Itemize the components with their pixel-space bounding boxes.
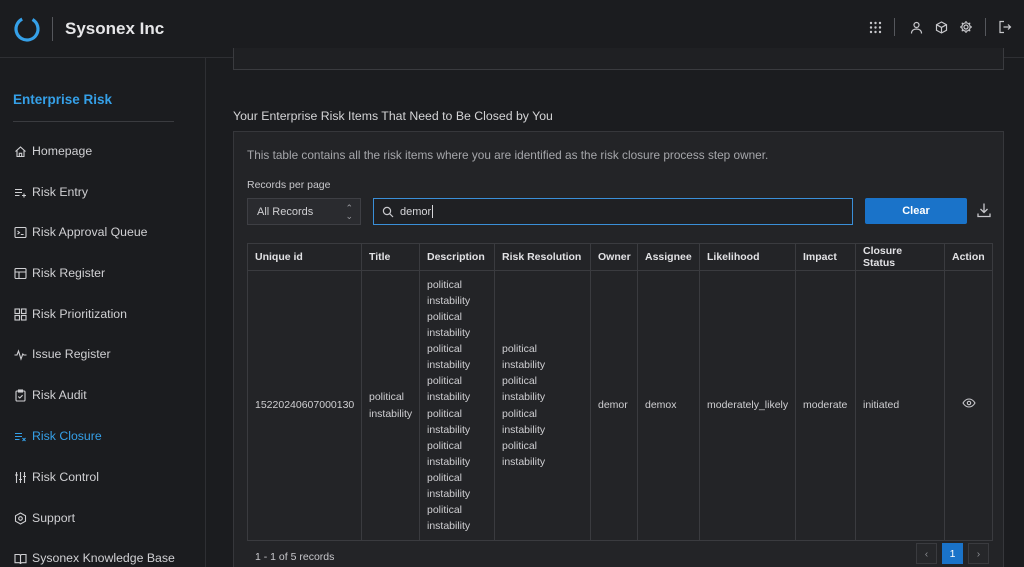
records-summary: 1 - 1 of 5 records [255,551,335,563]
clipboard-icon [13,388,27,402]
download-icon[interactable] [975,201,993,219]
risk-closure-table: Unique id Title Description Risk Resolut… [247,243,993,541]
column-header[interactable]: Impact [795,243,856,271]
cell-resolution: political instability political instabil… [494,270,591,541]
header-divider [985,18,986,36]
column-header[interactable]: Assignee [637,243,700,271]
table-header-row: Unique id Title Description Risk Resolut… [247,243,993,271]
book-icon [13,551,27,565]
cell-title: political instability [361,270,420,541]
sidebar-item-label: Risk Approval Queue [32,225,148,239]
text-cursor [432,205,434,218]
previous-card [233,48,1004,70]
select-arrows-icon: ⌃ ⌄ [345,203,353,221]
column-header[interactable]: Unique id [247,243,362,271]
cell-likelihood: moderately_likely [699,270,796,541]
user-icon[interactable] [905,16,927,38]
search-input[interactable]: demor [373,198,853,225]
sidebar-item-label: Risk Entry [32,185,89,199]
home-icon [13,144,27,158]
records-per-page-value: All Records [257,205,314,218]
sidebar-item-label: Issue Register [32,347,111,361]
main-content: Your Enterprise Risk Items That Need to … [207,48,1024,567]
sidebar-item-knowledge-base[interactable]: Sysonex Knowledge Base [13,548,175,567]
search-icon [382,206,394,218]
brand-name: Sysonex Inc [65,19,165,38]
list-close-icon [13,429,27,443]
pagination: ‹ 1 › [911,543,989,564]
sidebar-item-risk-audit[interactable]: Risk Audit [13,385,87,405]
column-header[interactable]: Title [361,243,420,271]
column-header[interactable]: Description [419,243,495,271]
next-page-button[interactable]: › [968,543,989,564]
view-eye-icon[interactable] [961,398,976,409]
sidebar-item-label: Homepage [32,144,93,158]
hexagon-icon [13,511,27,525]
column-header: Action [944,243,993,271]
sidebar-item-label: Risk Closure [32,429,102,443]
terminal-icon [13,225,27,239]
header-divider [894,18,895,36]
page-button-current[interactable]: 1 [942,543,963,564]
sidebar-item-support[interactable]: Support [13,508,75,528]
table-description: This table contains all the risk items w… [247,148,769,162]
prev-page-button[interactable]: ‹ [916,543,937,564]
cell-impact: moderate [795,270,856,541]
sidebar-item-issue-register[interactable]: Issue Register [13,344,111,364]
cell-owner: demor [590,270,638,541]
cube-icon[interactable] [930,16,952,38]
records-per-page-label: Records per page [247,179,331,191]
sidebar-divider [13,121,174,122]
sidebar-item-label: Risk Control [32,470,99,484]
column-header[interactable]: Risk Resolution [494,243,591,271]
column-header[interactable]: Closure Status [855,243,945,271]
sidebar-item-label: Support [32,511,76,525]
sidebar-item-risk-control[interactable]: Risk Control [13,467,99,487]
search-value: demor [400,205,432,218]
sidebar-item-risk-register[interactable]: Risk Register [13,263,105,283]
section-title: Your Enterprise Risk Items That Need to … [233,109,553,123]
sidebar-item-risk-prioritization[interactable]: Risk Prioritization [13,304,127,324]
sidebar-title: Enterprise Risk [13,92,113,107]
list-add-icon [13,185,27,199]
sidebar-item-label: Risk Register [32,266,106,280]
cell-assignee: demox [637,270,700,541]
gear-icon[interactable] [955,16,977,38]
records-per-page-select[interactable]: All Records ⌃ ⌄ [247,198,361,225]
logout-icon[interactable] [994,16,1016,38]
grid-icon [13,307,27,321]
header-actions [864,16,1024,38]
apps-grid-icon[interactable] [864,16,886,38]
table-icon [13,266,27,280]
risk-closure-card: This table contains all the risk items w… [233,131,1004,567]
cell-description: political instability political instabil… [419,270,495,541]
sidebar-item-label: Risk Prioritization [32,307,127,321]
sliders-icon [13,470,27,484]
sidebar-item-risk-closure[interactable]: Risk Closure [13,426,102,446]
sidebar-item-label: Risk Audit [32,388,87,402]
sidebar-item-homepage[interactable]: Homepage [13,141,92,161]
column-header[interactable]: Owner [590,243,638,271]
column-header[interactable]: Likelihood [699,243,796,271]
sidebar-item-risk-entry[interactable]: Risk Entry [13,182,88,202]
cell-action [944,270,993,541]
sidebar: Enterprise Risk Homepage Risk Entry Risk… [0,58,206,567]
brand-divider [52,17,53,41]
table-row: 15220240607000130 political instability … [247,270,993,541]
clear-button[interactable]: Clear [865,198,967,224]
cell-closure-status: initiated [855,270,945,541]
cell-unique-id: 15220240607000130 [247,270,362,541]
sidebar-item-risk-approval-queue[interactable]: Risk Approval Queue [13,222,148,242]
pulse-icon [13,347,27,361]
sidebar-item-label: Sysonex Knowledge Base [32,551,175,565]
sysonex-logo-icon[interactable] [13,15,41,43]
